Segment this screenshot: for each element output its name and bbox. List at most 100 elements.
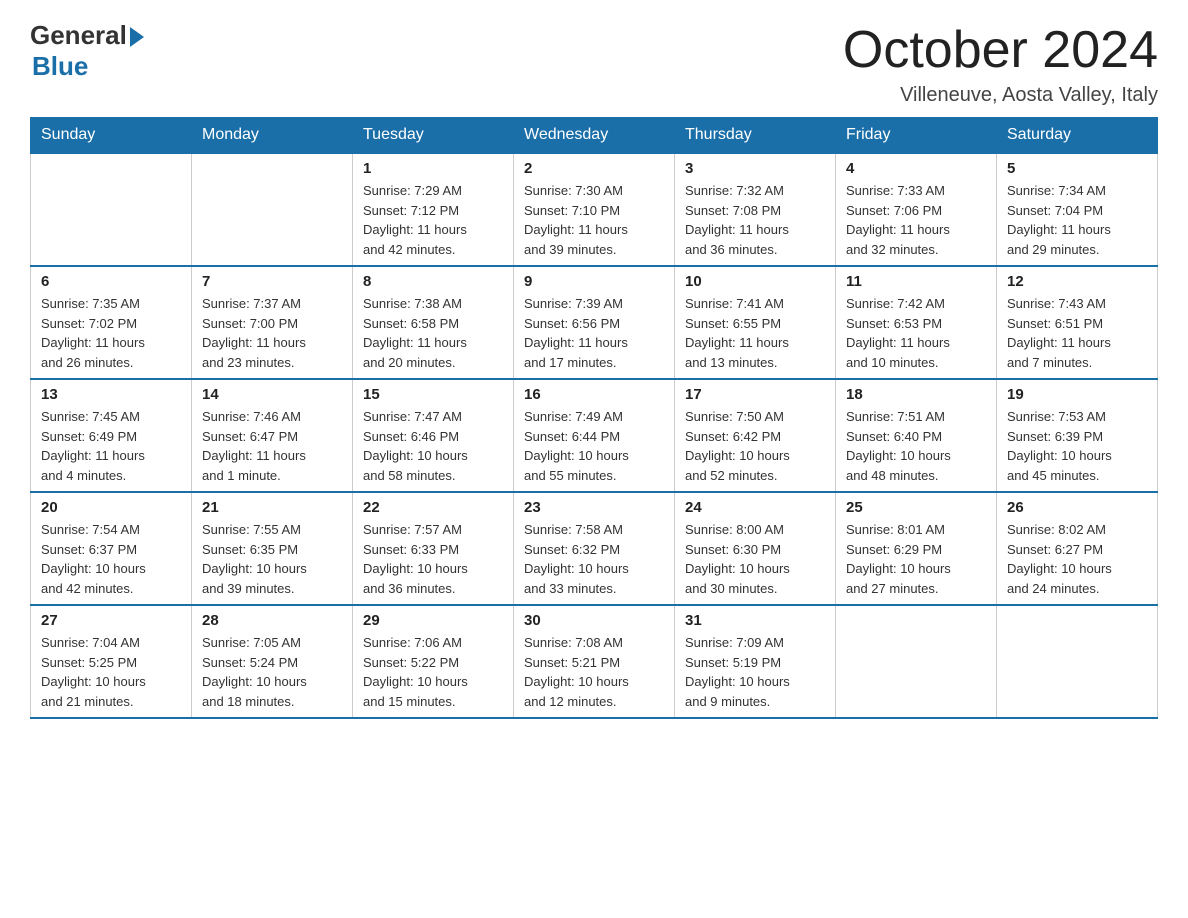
day-info: Sunrise: 7:43 AMSunset: 6:51 PMDaylight:… (1007, 294, 1147, 372)
day-info: Sunrise: 7:32 AMSunset: 7:08 PMDaylight:… (685, 181, 825, 259)
header-monday: Monday (192, 118, 353, 154)
day-number: 21 (202, 499, 342, 516)
day-info: Sunrise: 7:38 AMSunset: 6:58 PMDaylight:… (363, 294, 503, 372)
day-number: 22 (363, 499, 503, 516)
day-info: Sunrise: 8:02 AMSunset: 6:27 PMDaylight:… (1007, 520, 1147, 598)
calendar-cell: 29 Sunrise: 7:06 AMSunset: 5:22 PMDayligh… (353, 605, 514, 718)
day-info: Sunrise: 7:51 AMSunset: 6:40 PMDaylight:… (846, 407, 986, 485)
calendar-cell: 15 Sunrise: 7:47 AMSunset: 6:46 PMDayligh… (353, 379, 514, 492)
calendar-cell: 2Sunrise: 7:30 AMSunset: 7:10 PMDaylight… (514, 153, 675, 266)
day-info: Sunrise: 7:37 AMSunset: 7:00 PMDaylight:… (202, 294, 342, 372)
calendar-cell: 7 Sunrise: 7:37 AMSunset: 7:00 PMDaylight… (192, 266, 353, 379)
calendar-cell: 6 Sunrise: 7:35 AMSunset: 7:02 PMDaylight… (31, 266, 192, 379)
day-number: 1 (363, 160, 503, 177)
logo: General Blue (30, 20, 144, 82)
day-number: 23 (524, 499, 664, 516)
calendar-cell: 19 Sunrise: 7:53 AMSunset: 6:39 PMDayligh… (997, 379, 1158, 492)
calendar-cell: 3 Sunrise: 7:32 AMSunset: 7:08 PMDaylight… (675, 153, 836, 266)
day-number: 24 (685, 499, 825, 516)
day-number: 31 (685, 612, 825, 629)
day-number: 18 (846, 386, 986, 403)
calendar-cell: 16Sunrise: 7:49 AMSunset: 6:44 PMDayligh… (514, 379, 675, 492)
header-friday: Friday (836, 118, 997, 154)
calendar-cell: 9Sunrise: 7:39 AMSunset: 6:56 PMDaylight… (514, 266, 675, 379)
week-row-5: 27Sunrise: 7:04 AMSunset: 5:25 PMDayligh… (31, 605, 1158, 718)
day-number: 3 (685, 160, 825, 177)
day-info: Sunrise: 7:42 AMSunset: 6:53 PMDaylight:… (846, 294, 986, 372)
header-saturday: Saturday (997, 118, 1158, 154)
day-info: Sunrise: 7:05 AMSunset: 5:24 PMDaylight:… (202, 633, 342, 711)
calendar-cell: 8Sunrise: 7:38 AMSunset: 6:58 PMDaylight… (353, 266, 514, 379)
day-info: Sunrise: 7:47 AMSunset: 6:46 PMDaylight:… (363, 407, 503, 485)
calendar-cell: 23 Sunrise: 7:58 AMSunset: 6:32 PMDayligh… (514, 492, 675, 605)
day-info: Sunrise: 7:33 AMSunset: 7:06 PMDaylight:… (846, 181, 986, 259)
day-info: Sunrise: 7:57 AMSunset: 6:33 PMDaylight:… (363, 520, 503, 598)
day-info: Sunrise: 8:00 AMSunset: 6:30 PMDaylight:… (685, 520, 825, 598)
day-number: 11 (846, 273, 986, 290)
calendar-cell: 11 Sunrise: 7:42 AMSunset: 6:53 PMDayligh… (836, 266, 997, 379)
calendar-cell: 10 Sunrise: 7:41 AMSunset: 6:55 PMDayligh… (675, 266, 836, 379)
calendar-cell (997, 605, 1158, 718)
day-info: Sunrise: 7:29 AMSunset: 7:12 PMDaylight:… (363, 181, 503, 259)
day-number: 30 (524, 612, 664, 629)
title-section: October 2024 Villeneuve, Aosta Valley, I… (843, 20, 1158, 107)
day-number: 7 (202, 273, 342, 290)
page-header: General Blue October 2024 Villeneuve, Ao… (30, 20, 1158, 107)
calendar-cell: 24 Sunrise: 8:00 AMSunset: 6:30 PMDayligh… (675, 492, 836, 605)
calendar-cell: 14 Sunrise: 7:46 AMSunset: 6:47 PMDayligh… (192, 379, 353, 492)
header-wednesday: Wednesday (514, 118, 675, 154)
day-info: Sunrise: 8:01 AMSunset: 6:29 PMDaylight:… (846, 520, 986, 598)
day-info: Sunrise: 7:41 AMSunset: 6:55 PMDaylight:… (685, 294, 825, 372)
day-info: Sunrise: 7:06 AMSunset: 5:22 PMDaylight:… (363, 633, 503, 711)
calendar-cell: 5 Sunrise: 7:34 AMSunset: 7:04 PMDaylight… (997, 153, 1158, 266)
day-number: 9 (524, 273, 664, 290)
day-number: 19 (1007, 386, 1147, 403)
day-number: 12 (1007, 273, 1147, 290)
day-info: Sunrise: 7:34 AMSunset: 7:04 PMDaylight:… (1007, 181, 1147, 259)
day-number: 26 (1007, 499, 1147, 516)
calendar-cell: 27Sunrise: 7:04 AMSunset: 5:25 PMDayligh… (31, 605, 192, 718)
day-number: 14 (202, 386, 342, 403)
day-info: Sunrise: 7:54 AMSunset: 6:37 PMDaylight:… (41, 520, 181, 598)
week-row-3: 13 Sunrise: 7:45 AMSunset: 6:49 PMDayligh… (31, 379, 1158, 492)
calendar-cell: 28 Sunrise: 7:05 AMSunset: 5:24 PMDayligh… (192, 605, 353, 718)
week-row-4: 20 Sunrise: 7:54 AMSunset: 6:37 PMDayligh… (31, 492, 1158, 605)
day-number: 6 (41, 273, 181, 290)
calendar-cell: 4Sunrise: 7:33 AMSunset: 7:06 PMDaylight… (836, 153, 997, 266)
logo-triangle-icon (130, 27, 144, 47)
day-info: Sunrise: 7:04 AMSunset: 5:25 PMDaylight:… (41, 633, 181, 711)
calendar-cell: 30Sunrise: 7:08 AMSunset: 5:21 PMDayligh… (514, 605, 675, 718)
week-row-1: 1 Sunrise: 7:29 AMSunset: 7:12 PMDaylight… (31, 153, 1158, 266)
logo-general-text: General (30, 20, 127, 51)
calendar-cell (836, 605, 997, 718)
day-info: Sunrise: 7:09 AMSunset: 5:19 PMDaylight:… (685, 633, 825, 711)
day-number: 29 (363, 612, 503, 629)
month-title: October 2024 (843, 20, 1158, 80)
calendar-cell: 13 Sunrise: 7:45 AMSunset: 6:49 PMDayligh… (31, 379, 192, 492)
calendar-cell (31, 153, 192, 266)
day-number: 15 (363, 386, 503, 403)
day-number: 25 (846, 499, 986, 516)
day-number: 2 (524, 160, 664, 177)
calendar-cell: 1 Sunrise: 7:29 AMSunset: 7:12 PMDaylight… (353, 153, 514, 266)
week-row-2: 6 Sunrise: 7:35 AMSunset: 7:02 PMDaylight… (31, 266, 1158, 379)
day-info: Sunrise: 7:58 AMSunset: 6:32 PMDaylight:… (524, 520, 664, 598)
day-number: 20 (41, 499, 181, 516)
day-info: Sunrise: 7:50 AMSunset: 6:42 PMDaylight:… (685, 407, 825, 485)
calendar-cell: 20 Sunrise: 7:54 AMSunset: 6:37 PMDayligh… (31, 492, 192, 605)
day-info: Sunrise: 7:35 AMSunset: 7:02 PMDaylight:… (41, 294, 181, 372)
day-info: Sunrise: 7:49 AMSunset: 6:44 PMDaylight:… (524, 407, 664, 485)
day-info: Sunrise: 7:46 AMSunset: 6:47 PMDaylight:… (202, 407, 342, 485)
header-thursday: Thursday (675, 118, 836, 154)
header-tuesday: Tuesday (353, 118, 514, 154)
day-number: 10 (685, 273, 825, 290)
day-info: Sunrise: 7:53 AMSunset: 6:39 PMDaylight:… (1007, 407, 1147, 485)
day-number: 28 (202, 612, 342, 629)
calendar-cell: 22 Sunrise: 7:57 AMSunset: 6:33 PMDayligh… (353, 492, 514, 605)
calendar-cell: 17Sunrise: 7:50 AMSunset: 6:42 PMDayligh… (675, 379, 836, 492)
calendar-cell (192, 153, 353, 266)
day-info: Sunrise: 7:45 AMSunset: 6:49 PMDaylight:… (41, 407, 181, 485)
day-number: 13 (41, 386, 181, 403)
day-number: 5 (1007, 160, 1147, 177)
calendar-cell: 18 Sunrise: 7:51 AMSunset: 6:40 PMDayligh… (836, 379, 997, 492)
